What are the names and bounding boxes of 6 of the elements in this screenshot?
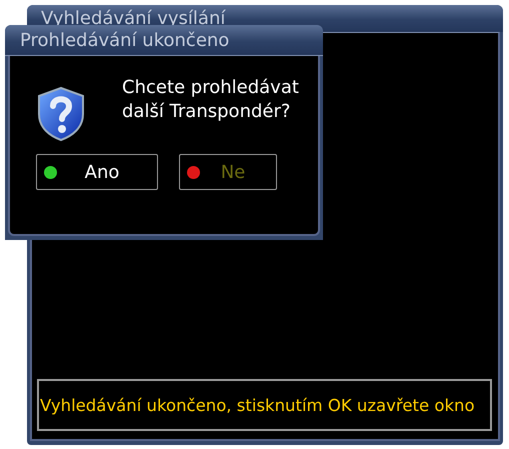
status-message: Vyhledávání ukončeno, stisknutím OK uzavřete okno: [37, 379, 492, 431]
dialog-button[interactable]: Ano: [36, 154, 158, 190]
help-shield-icon: [36, 86, 86, 142]
dialog-title: Prohledávání ukončeno: [19, 30, 230, 50]
dialog-message: Chcete prohledávat další Transpondér?: [122, 76, 300, 124]
window-title: Vyhledávání vysílání: [40, 8, 226, 29]
